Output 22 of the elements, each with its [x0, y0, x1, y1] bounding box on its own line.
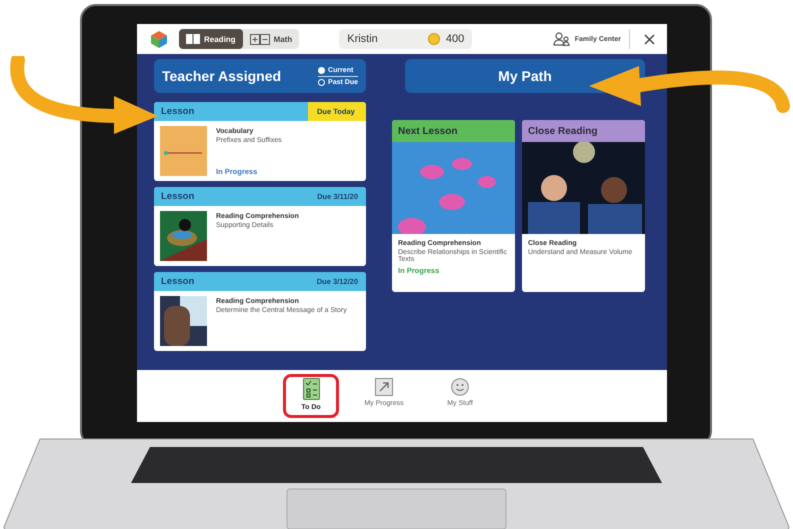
- student-name: Kristin: [347, 33, 379, 45]
- checklist-icon: [302, 378, 320, 400]
- coin-icon: [428, 33, 440, 45]
- card-header: Close Reading: [522, 120, 645, 142]
- word-card-picture: [160, 126, 207, 176]
- close-icon: [644, 34, 655, 44]
- subject-tab[interactable]: Math: [242, 29, 300, 49]
- subject-tab[interactable]: Reading: [179, 29, 243, 49]
- lesson-type: Lesson: [160, 275, 196, 289]
- logo-cube-icon: [151, 30, 167, 48]
- card-header: Next Lesson: [392, 120, 515, 142]
- book-icon: [186, 34, 200, 44]
- plus-minus-icon: [250, 34, 270, 44]
- arrow-box-icon: [375, 378, 393, 396]
- lesson-type: Lesson: [160, 190, 196, 204]
- people-icon: [552, 32, 571, 46]
- lesson-type: Lesson: [160, 105, 196, 119]
- bird-nest-picture: [160, 211, 207, 261]
- smiley-icon: [451, 378, 469, 396]
- coin-count: 400: [446, 33, 464, 45]
- illustration-placeholder: [160, 296, 207, 346]
- section-title: Teacher Assigned: [162, 68, 282, 84]
